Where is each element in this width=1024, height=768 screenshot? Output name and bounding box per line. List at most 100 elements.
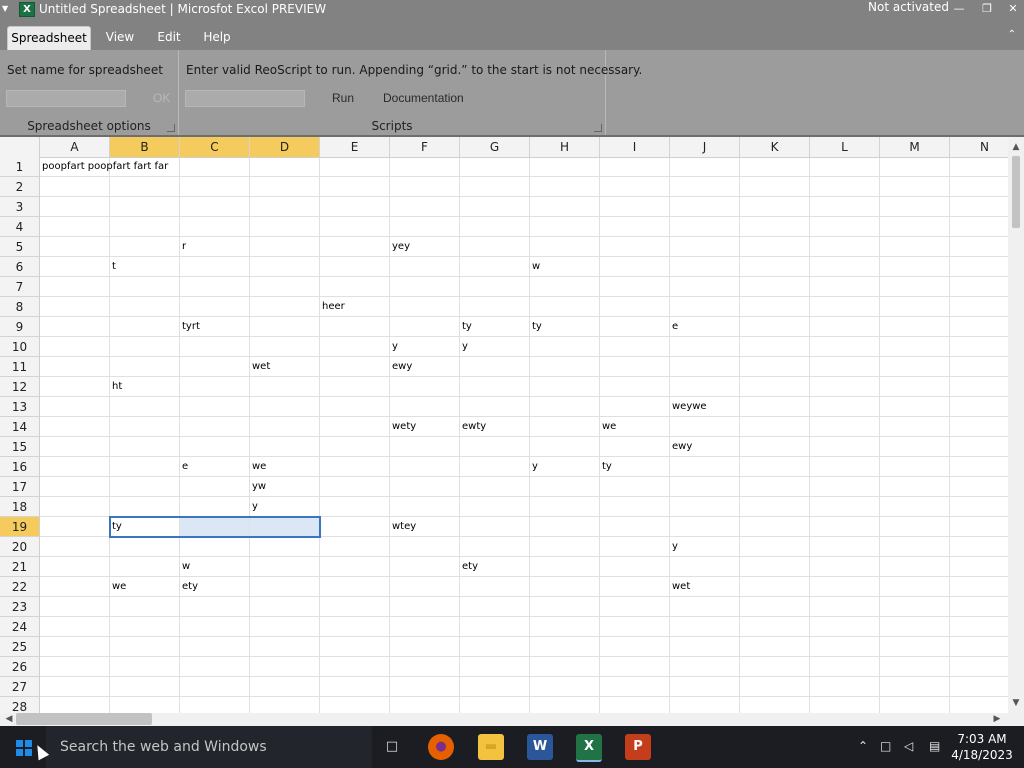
cell-f14[interactable]: wety [390, 417, 416, 437]
row-header-21[interactable]: 21 [0, 557, 40, 577]
column-header-e[interactable]: E [320, 137, 390, 157]
excol-icon[interactable]: X [576, 734, 602, 762]
clock[interactable]: 7:03 AM 4/18/2023 [950, 731, 1014, 763]
column-header-d[interactable]: D [250, 137, 320, 157]
cell-d17[interactable]: yw [250, 477, 266, 497]
cell-h16[interactable]: y [530, 457, 538, 477]
network-icon[interactable]: □ [880, 739, 891, 753]
scroll-down-icon[interactable]: ▼ [1008, 695, 1024, 711]
cell-g21[interactable]: ety [460, 557, 478, 577]
row-header-25[interactable]: 25 [0, 637, 40, 657]
documentation-button[interactable]: Documentation [383, 91, 464, 105]
row-header-26[interactable]: 26 [0, 657, 40, 677]
cell-j20[interactable]: y [670, 537, 678, 557]
system-menu-icon[interactable]: ▼ [2, 4, 8, 13]
cell-j13[interactable]: weywe [670, 397, 707, 417]
column-header-l[interactable]: L [810, 137, 880, 157]
cell-d11[interactable]: wet [250, 357, 270, 377]
cell-c5[interactable]: r [180, 237, 186, 257]
column-header-g[interactable]: G [460, 137, 530, 157]
row-header-11[interactable]: 11 [0, 357, 40, 377]
run-button[interactable]: Run [332, 91, 354, 105]
column-header-i[interactable]: I [600, 137, 670, 157]
cell-d18[interactable]: y [250, 497, 258, 517]
vertical-scroll-thumb[interactable] [1012, 156, 1020, 228]
row-header-7[interactable]: 7 [0, 277, 40, 297]
cell-c22[interactable]: ety [180, 577, 198, 597]
script-input[interactable] [185, 90, 305, 107]
row-header-24[interactable]: 24 [0, 617, 40, 637]
cell-c16[interactable]: e [180, 457, 188, 477]
column-header-a[interactable]: A [40, 137, 110, 157]
row-header-20[interactable]: 20 [0, 537, 40, 557]
cell-j9[interactable]: e [670, 317, 678, 337]
column-header-h[interactable]: H [530, 137, 600, 157]
tab-spreadsheet[interactable]: Spreadsheet [7, 26, 91, 51]
firefox-icon[interactable]: ● [428, 734, 454, 760]
column-header-m[interactable]: M [880, 137, 950, 157]
column-header-j[interactable]: J [670, 137, 740, 157]
taskbar-search[interactable]: Search the web and Windows [46, 726, 372, 768]
task-view-icon[interactable]: □ [379, 734, 405, 760]
row-header-14[interactable]: 14 [0, 417, 40, 437]
spreadsheet-options-launcher-icon[interactable] [167, 124, 175, 132]
column-header-k[interactable]: K [740, 137, 810, 157]
notifications-icon[interactable]: ▤ [929, 739, 940, 753]
row-header-22[interactable]: 22 [0, 577, 40, 597]
column-header-b[interactable]: B [110, 137, 180, 157]
cell-b12[interactable]: ht [110, 377, 122, 397]
cell-b22[interactable]: we [110, 577, 126, 597]
horizontal-scrollbar[interactable]: ◀ ▶ [0, 713, 1008, 726]
powerpoint-icon[interactable]: P [625, 734, 651, 760]
cell-g10[interactable]: y [460, 337, 468, 357]
cell-f19[interactable]: wtey [390, 517, 416, 537]
row-header-12[interactable]: 12 [0, 377, 40, 397]
row-header-6[interactable]: 6 [0, 257, 40, 277]
row-header-28[interactable]: 28 [0, 697, 40, 713]
row-header-16[interactable]: 16 [0, 457, 40, 477]
row-header-8[interactable]: 8 [0, 297, 40, 317]
cell-d16[interactable]: we [250, 457, 266, 477]
volume-muted-icon[interactable]: ◁ [904, 739, 913, 753]
tab-edit[interactable]: Edit [148, 26, 190, 50]
column-header-f[interactable]: F [390, 137, 460, 157]
row-header-13[interactable]: 13 [0, 397, 40, 417]
word-icon[interactable]: W [527, 734, 553, 760]
horizontal-scroll-thumb[interactable] [16, 713, 152, 725]
tray-chevron-icon[interactable]: ⌃ [858, 739, 868, 753]
scripts-launcher-icon[interactable] [594, 124, 602, 132]
tab-view[interactable]: View [98, 26, 142, 50]
row-header-9[interactable]: 9 [0, 317, 40, 337]
collapse-ribbon-icon[interactable]: ⌃ [1008, 29, 1016, 40]
cell-e8[interactable]: heer [320, 297, 345, 317]
close-button[interactable]: ✕ [1004, 1, 1022, 17]
cell-c9[interactable]: tyrt [180, 317, 200, 337]
row-header-4[interactable]: 4 [0, 217, 40, 237]
scroll-left-icon[interactable]: ◀ [2, 713, 16, 726]
row-header-3[interactable]: 3 [0, 197, 40, 217]
tab-help[interactable]: Help [196, 26, 238, 50]
cell-f11[interactable]: ewy [390, 357, 412, 377]
cell-j22[interactable]: wet [670, 577, 690, 597]
row-header-5[interactable]: 5 [0, 237, 40, 257]
column-header-n[interactable]: N [950, 137, 1008, 157]
scroll-up-icon[interactable]: ▲ [1008, 139, 1024, 155]
cell-f10[interactable]: y [390, 337, 398, 357]
scroll-right-icon[interactable]: ▶ [990, 713, 1004, 726]
cell-g9[interactable]: ty [460, 317, 472, 337]
cell-b6[interactable]: t [110, 257, 116, 277]
spreadsheet-grid[interactable]: poopfart poopfart fart far r yey t w heer tyrt… [0, 137, 1008, 713]
cell-i14[interactable]: we [600, 417, 616, 437]
row-header-15[interactable]: 15 [0, 437, 40, 457]
row-header-27[interactable]: 27 [0, 677, 40, 697]
cell-a1[interactable]: poopfart poopfart fart far [40, 157, 168, 177]
file-explorer-icon[interactable]: ▬ [478, 734, 504, 760]
row-header-2[interactable]: 2 [0, 177, 40, 197]
row-header-10[interactable]: 10 [0, 337, 40, 357]
ok-button[interactable]: OK [153, 91, 170, 105]
cell-f5[interactable]: yey [390, 237, 410, 257]
cell-g14[interactable]: ewty [460, 417, 486, 437]
maximize-button[interactable]: ❐ [978, 1, 996, 17]
spreadsheet-name-input[interactable] [6, 90, 126, 107]
cell-c21[interactable]: w [180, 557, 190, 577]
